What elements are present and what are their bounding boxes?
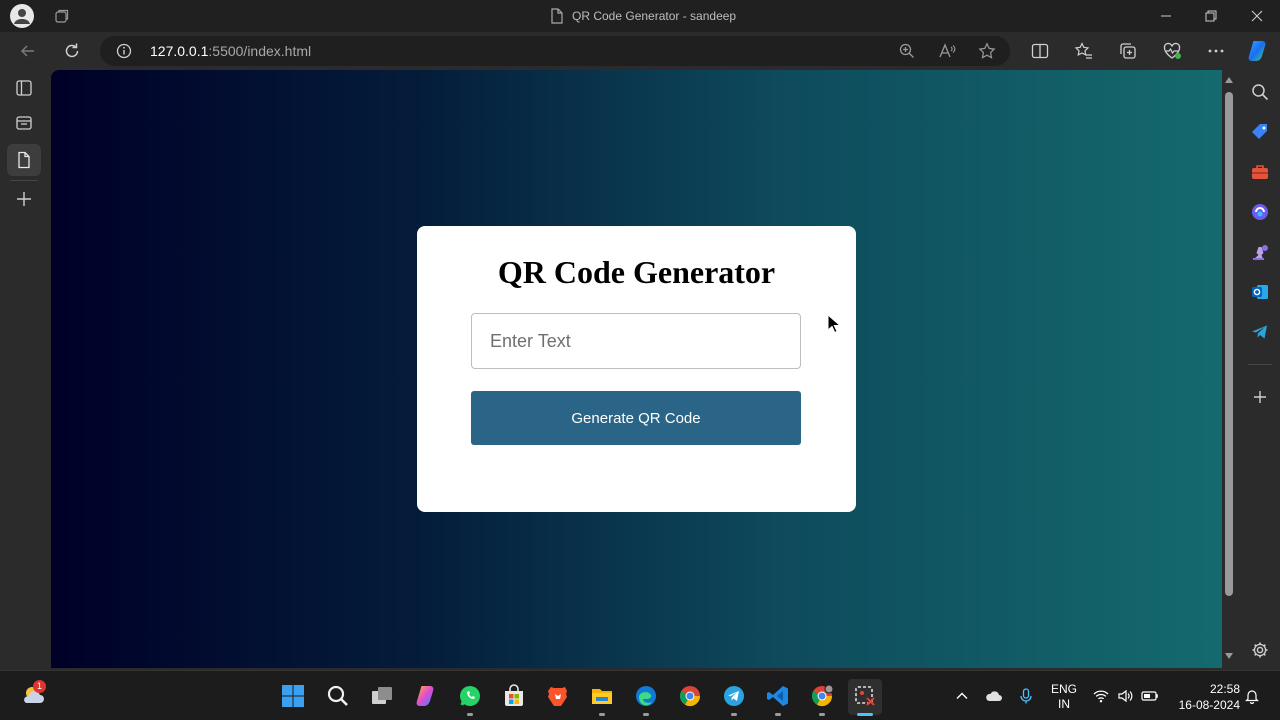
window-title: QR Code Generator - sandeep bbox=[550, 8, 736, 24]
edge-running-indicator bbox=[643, 713, 649, 716]
collections-icon[interactable] bbox=[1118, 41, 1138, 61]
snipping-tool-active-indicator bbox=[857, 713, 873, 716]
tab-actions-icon[interactable] bbox=[14, 78, 34, 98]
qr-card: QR Code Generator Generate QR Code bbox=[417, 226, 856, 512]
chrome-profile-running-indicator bbox=[819, 713, 825, 716]
browser-essentials-icon[interactable] bbox=[1162, 41, 1182, 61]
search-icon[interactable] bbox=[326, 684, 350, 708]
page-viewport: QR Code Generator Generate QR Code bbox=[51, 70, 1222, 668]
input-language[interactable]: ENG IN bbox=[1048, 682, 1080, 712]
edge-icon[interactable] bbox=[634, 684, 658, 708]
favorites-icon[interactable] bbox=[1074, 41, 1094, 61]
tools-icon[interactable] bbox=[1250, 162, 1270, 182]
whatsapp-icon[interactable] bbox=[458, 684, 482, 708]
outlook-icon[interactable] bbox=[1250, 282, 1270, 302]
window-title-text: QR Code Generator - sandeep bbox=[572, 9, 737, 23]
vscode-icon[interactable] bbox=[766, 684, 790, 708]
profile-avatar-icon[interactable] bbox=[10, 4, 34, 28]
chrome-profile-icon[interactable] bbox=[810, 684, 834, 708]
copilot-icon[interactable] bbox=[1246, 38, 1272, 64]
weather-notification-badge: 1 bbox=[33, 680, 46, 693]
language-code: ENG bbox=[1050, 682, 1077, 696]
zoom-icon[interactable] bbox=[898, 42, 916, 60]
onedrive-cloud-icon[interactable] bbox=[985, 688, 1002, 704]
restore-icon[interactable] bbox=[1201, 6, 1221, 26]
file-explorer-icon[interactable] bbox=[590, 684, 614, 708]
games-icon[interactable] bbox=[1250, 242, 1270, 262]
url-host: 127.0.0.1 bbox=[150, 43, 209, 59]
workspaces-icon[interactable] bbox=[54, 8, 70, 24]
settings-gear-icon[interactable] bbox=[1250, 640, 1270, 660]
chrome-icon[interactable] bbox=[678, 684, 702, 708]
vscode-running-indicator bbox=[775, 713, 781, 716]
sidebar-separator bbox=[1248, 364, 1272, 365]
read-aloud-icon[interactable] bbox=[938, 42, 956, 60]
notification-bell-icon[interactable] bbox=[1244, 688, 1260, 704]
windows-start-icon[interactable] bbox=[281, 684, 305, 708]
page-scrollbar[interactable] bbox=[1222, 70, 1236, 668]
url-text[interactable]: 127.0.0.1:5500/index.html bbox=[150, 43, 311, 59]
telegram-running-indicator bbox=[731, 713, 737, 716]
microsoft-store-icon[interactable] bbox=[502, 684, 526, 708]
scroll-down-arrow-icon[interactable] bbox=[1224, 652, 1234, 660]
address-bar[interactable]: 127.0.0.1:5500/index.html bbox=[100, 36, 1010, 66]
more-icon[interactable] bbox=[1206, 41, 1226, 61]
edge-sidebar bbox=[1240, 70, 1280, 670]
clock-time: 22:58 bbox=[1209, 682, 1240, 696]
wifi-icon[interactable] bbox=[1093, 688, 1109, 704]
page-tab-icon[interactable] bbox=[14, 150, 34, 170]
clock-date: 16-08-2024 bbox=[1178, 698, 1240, 712]
copilot-icon[interactable] bbox=[414, 684, 438, 708]
file-explorer-running-indicator bbox=[599, 713, 605, 716]
add-icon[interactable] bbox=[1250, 387, 1270, 407]
navigation-bar: 127.0.0.1:5500/index.html bbox=[0, 32, 1280, 70]
tab-separator bbox=[10, 180, 38, 181]
battery-icon[interactable] bbox=[1141, 688, 1158, 704]
system-clock[interactable]: 22:58 16-08-2024 bbox=[1168, 681, 1240, 713]
new-tab-plus-icon[interactable] bbox=[14, 189, 34, 209]
region-code: IN bbox=[1058, 697, 1070, 711]
url-path: :5500/index.html bbox=[208, 43, 312, 59]
brave-icon[interactable] bbox=[546, 684, 570, 708]
scrollbar-thumb[interactable] bbox=[1225, 92, 1233, 596]
edge-copilot-icon[interactable] bbox=[1250, 202, 1270, 222]
minimize-icon[interactable] bbox=[1156, 6, 1176, 26]
generate-qr-button[interactable]: Generate QR Code bbox=[471, 391, 801, 445]
snipping-tool-icon[interactable] bbox=[853, 684, 877, 708]
vertical-tabs-strip bbox=[0, 70, 48, 670]
favorite-star-icon[interactable] bbox=[978, 42, 996, 60]
task-view-icon[interactable] bbox=[370, 684, 394, 708]
page-title: QR Code Generator bbox=[497, 254, 776, 290]
qr-text-input[interactable] bbox=[471, 313, 801, 369]
tab-icon[interactable] bbox=[14, 113, 34, 133]
shopping-tag-icon[interactable] bbox=[1250, 122, 1270, 142]
title-bar: QR Code Generator - sandeep bbox=[0, 0, 1280, 32]
chevron-up-icon[interactable] bbox=[954, 688, 970, 704]
mouse-cursor-icon bbox=[827, 314, 841, 334]
microphone-icon[interactable] bbox=[1018, 688, 1034, 704]
scroll-up-arrow-icon[interactable] bbox=[1224, 76, 1234, 84]
document-icon bbox=[550, 8, 564, 24]
refresh-icon[interactable] bbox=[62, 41, 82, 61]
volume-icon[interactable] bbox=[1117, 688, 1133, 704]
telegram-icon[interactable] bbox=[722, 684, 746, 708]
close-icon[interactable] bbox=[1247, 6, 1267, 26]
windows-taskbar: 1 ENG IN 22:58 16-08-2024 bbox=[0, 670, 1280, 720]
whatsapp-running-indicator bbox=[467, 713, 473, 716]
split-screen-icon[interactable] bbox=[1030, 41, 1050, 61]
info-icon[interactable] bbox=[116, 43, 132, 59]
search-icon[interactable] bbox=[1250, 82, 1270, 102]
telegram-icon[interactable] bbox=[1250, 322, 1270, 342]
back-arrow-icon[interactable] bbox=[18, 41, 38, 61]
